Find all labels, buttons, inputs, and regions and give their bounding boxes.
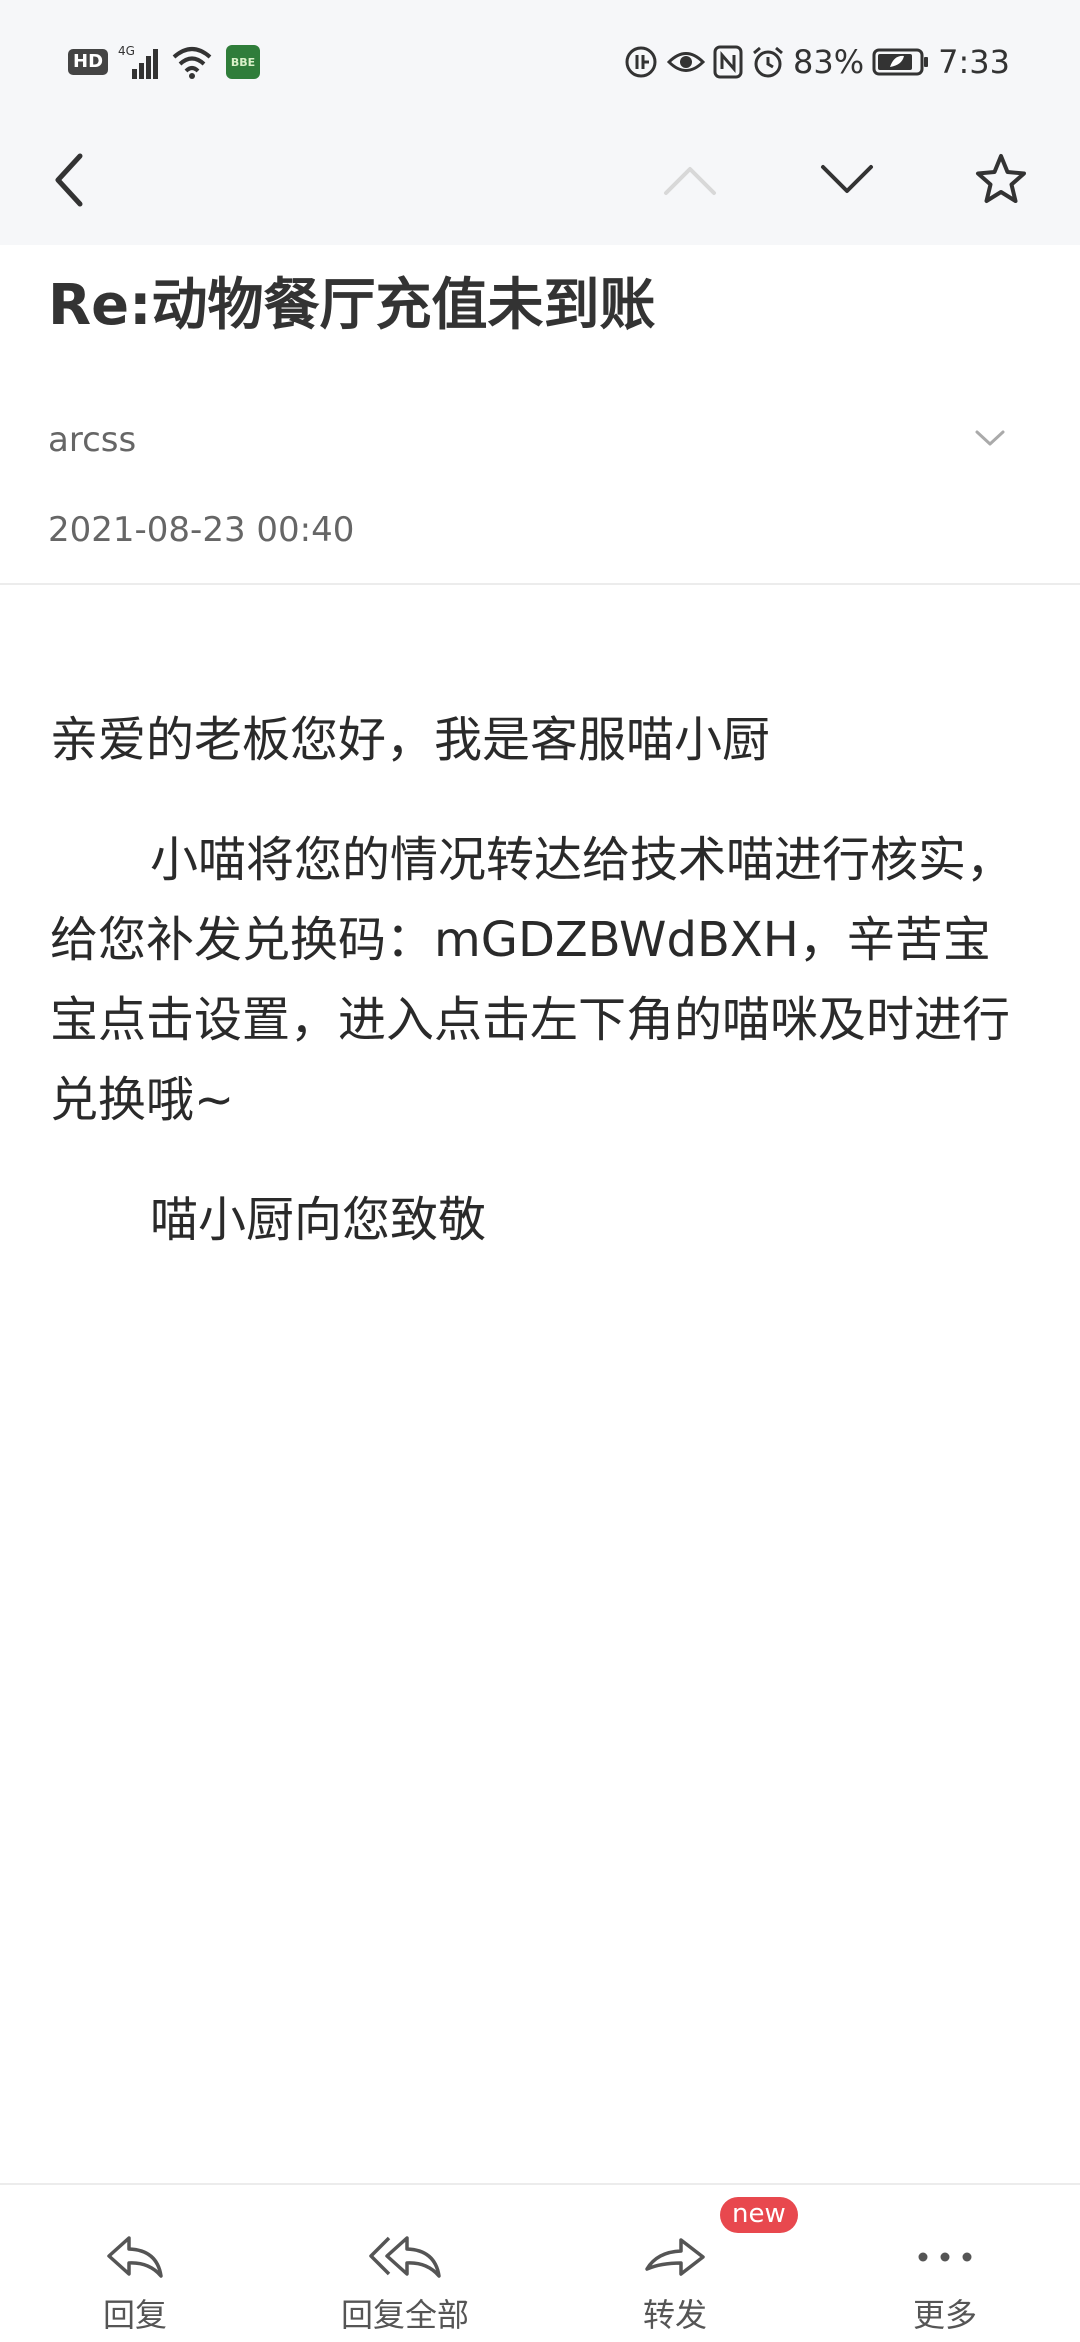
body-greeting: 亲爱的老板您好，我是客服喵小厨 bbox=[50, 712, 771, 768]
chevron-down-icon bbox=[975, 430, 1005, 446]
next-mail-button[interactable] bbox=[812, 145, 882, 215]
star-button[interactable] bbox=[966, 145, 1036, 215]
reply-icon bbox=[35, 2227, 235, 2287]
nfc-icon bbox=[713, 45, 743, 79]
new-badge: new bbox=[720, 2197, 798, 2233]
star-icon bbox=[976, 154, 1026, 203]
body-signoff: 喵小厨向您致敬 bbox=[150, 1192, 487, 1248]
cellular-signal-icon: 4G bbox=[118, 43, 162, 81]
email-date: 2021-08-23 00:40 bbox=[48, 510, 355, 550]
app-notification-icon: BBE bbox=[226, 45, 261, 79]
email-subject: Re:动物餐厅充值未到账 bbox=[48, 273, 656, 338]
svg-text:4G: 4G bbox=[118, 44, 135, 58]
battery-percent: 83% bbox=[793, 43, 865, 81]
battery-icon bbox=[872, 47, 930, 77]
more-label: 更多 bbox=[912, 2296, 977, 2334]
chevron-down-icon bbox=[821, 165, 873, 193]
more-button[interactable]: 更多 bbox=[845, 2185, 1045, 2342]
header-divider bbox=[0, 583, 1080, 585]
wifi-icon bbox=[172, 45, 212, 79]
nav-bar bbox=[0, 125, 1080, 225]
forward-icon bbox=[575, 2227, 775, 2287]
forward-button[interactable]: 转发 new bbox=[575, 2185, 798, 2342]
expand-details-button[interactable] bbox=[965, 418, 1015, 458]
chevron-up-icon bbox=[664, 167, 716, 195]
reply-label: 回复 bbox=[102, 2296, 167, 2334]
status-bar: HD 4G BBE 83% 7:33 bbox=[0, 0, 1080, 120]
reply-all-icon bbox=[305, 2227, 505, 2287]
forward-label: 转发 bbox=[642, 2296, 707, 2334]
alarm-icon bbox=[751, 45, 785, 79]
bottom-action-bar: 回复 回复全部 转发 new 更多 bbox=[0, 2183, 1080, 2342]
data-saver-icon bbox=[623, 44, 659, 80]
sender-name[interactable]: arcss bbox=[48, 420, 136, 460]
eye-comfort-icon bbox=[667, 47, 706, 77]
back-button[interactable] bbox=[35, 145, 105, 215]
reply-all-label: 回复全部 bbox=[340, 2296, 469, 2334]
status-left: HD 4G BBE bbox=[68, 40, 261, 84]
hd-badge: HD bbox=[68, 49, 109, 75]
reply-all-button[interactable]: 回复全部 bbox=[305, 2185, 505, 2342]
previous-mail-button[interactable] bbox=[655, 145, 725, 215]
reply-button[interactable]: 回复 bbox=[35, 2185, 235, 2342]
chevron-left-icon bbox=[55, 153, 83, 207]
more-icon bbox=[845, 2227, 1045, 2287]
status-right: 83% 7:33 bbox=[623, 40, 1010, 84]
clock: 7:33 bbox=[938, 43, 1010, 81]
email-body: 亲爱的老板您好，我是客服喵小厨 小喵将您的情况转达给技术喵进行核实，给您补发兑换… bbox=[50, 700, 1030, 1300]
body-paragraph: 小喵将您的情况转达给技术喵进行核实，给您补发兑换码：mGDZBWdBXH，辛苦宝… bbox=[50, 832, 1015, 1128]
